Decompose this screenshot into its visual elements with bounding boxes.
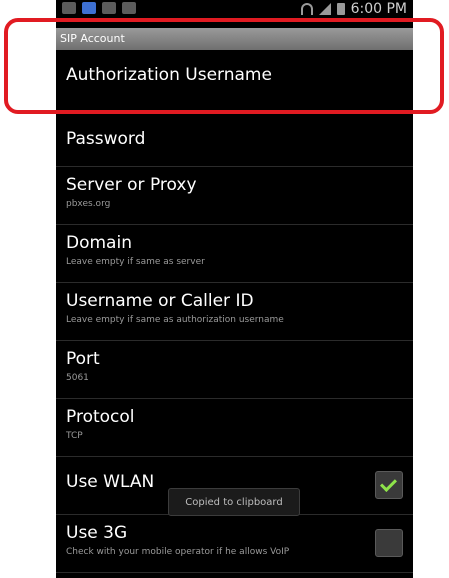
use-3g-checkbox[interactable] [375, 529, 403, 557]
setting-password[interactable]: Password [56, 114, 413, 167]
setting-port[interactable]: Port 5061 [56, 341, 413, 399]
setting-summary: 5061 [66, 373, 89, 383]
setting-domain[interactable]: Domain Leave empty if same as server [56, 225, 413, 283]
setting-summary: Check with your mobile operator if he al… [66, 547, 290, 557]
setting-summary: Leave empty if same as server [66, 257, 205, 267]
status-right: 6:00 PM [300, 1, 407, 17]
setting-title: Password [66, 129, 146, 149]
status-time: 6:00 PM [350, 1, 407, 17]
setting-title: Use WLAN [66, 472, 155, 492]
wifi-icon [300, 3, 313, 15]
status-left-icons [62, 2, 136, 14]
setting-summary: pbxes.org [66, 199, 111, 209]
status-bar: 6:00 PM [56, 0, 413, 28]
setting-use-3g[interactable]: Use 3G Check with your mobile operator i… [56, 515, 413, 573]
signal-icon [318, 3, 331, 15]
sip-status-icon [122, 2, 136, 14]
setting-title: Port [66, 349, 100, 369]
gallery-icon [102, 2, 116, 14]
section-header: SIP Account [56, 28, 413, 50]
setting-title: Username or Caller ID [66, 291, 254, 311]
setting-title: Server or Proxy [66, 175, 197, 195]
setting-username-or-caller-id[interactable]: Username or Caller ID Leave empty if sam… [56, 283, 413, 341]
setting-summary: Leave empty if same as authorization use… [66, 315, 284, 325]
setting-server-or-proxy[interactable]: Server or Proxy pbxes.org [56, 167, 413, 225]
setting-title: Domain [66, 233, 132, 253]
setting-title: Protocol [66, 407, 135, 427]
setting-title: Authorization Username [66, 65, 272, 85]
setting-authorization-username[interactable]: Authorization Username [56, 50, 413, 114]
setting-protocol[interactable]: Protocol TCP [56, 399, 413, 457]
battery-icon [336, 3, 345, 15]
toast-message: Copied to clipboard [168, 488, 300, 516]
setting-summary: TCP [66, 431, 83, 441]
use-wlan-checkbox[interactable] [375, 471, 403, 499]
setting-title: Use 3G [66, 523, 128, 543]
usb-icon [62, 2, 76, 14]
checkmark-icon [380, 475, 397, 492]
app-notification-icon [82, 2, 96, 14]
phone-screen: 6:00 PM SIP Account Authorization Userna… [56, 0, 413, 578]
